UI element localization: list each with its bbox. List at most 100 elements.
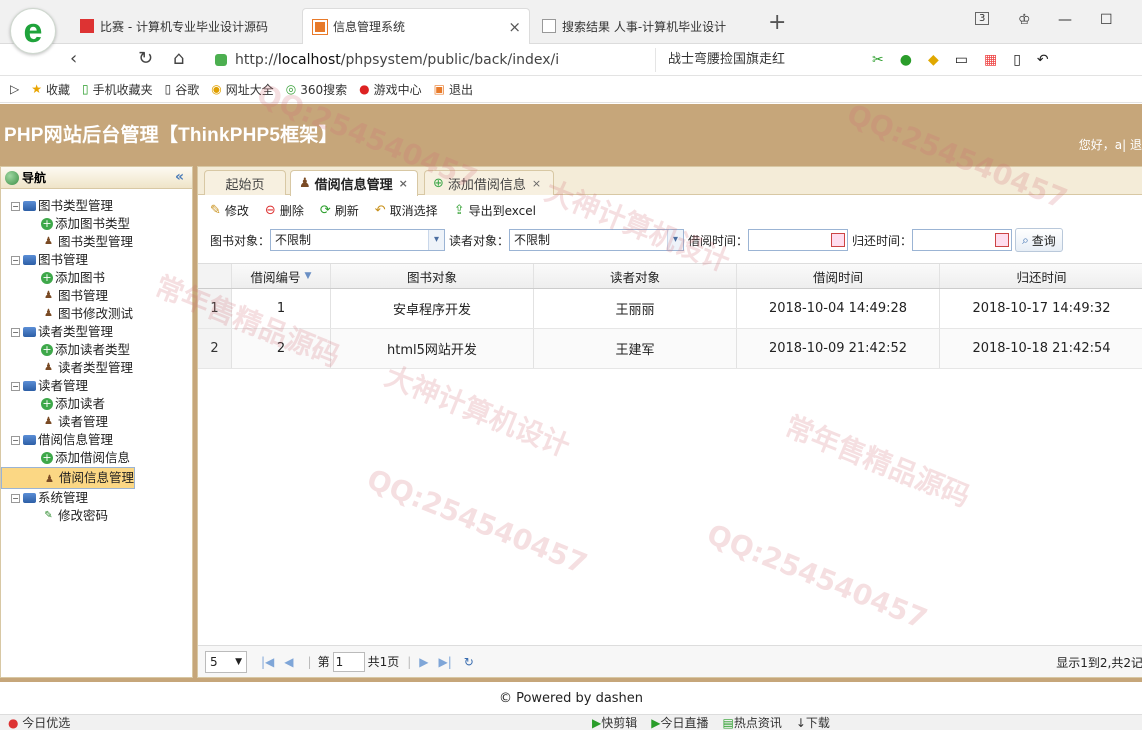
- tree-item-reader-manage[interactable]: ♟ 读者管理: [1, 413, 192, 431]
- edit-button[interactable]: ✎ 修改: [210, 202, 249, 219]
- browser-tab-2[interactable]: 信息管理系统 ×: [302, 8, 530, 44]
- url-input[interactable]: http://localhost/phpsystem/public/back/i…: [215, 48, 650, 72]
- tab-add-borrow[interactable]: ⊕ 添加借阅信息 ×: [424, 170, 554, 195]
- column-header-book[interactable]: 图书对象: [331, 264, 534, 288]
- reload-icon[interactable]: ↻: [464, 655, 474, 669]
- tree-group-system[interactable]: − 系统管理: [1, 489, 192, 507]
- table-row[interactable]: 1 1 安卓程序开发 王丽丽 2018-10-04 14:49:28 2018-…: [198, 289, 1142, 329]
- bookmark-360[interactable]: ◎ 360搜索: [286, 81, 347, 98]
- tree-group-book[interactable]: − 图书管理: [1, 251, 192, 269]
- unselect-button[interactable]: ↶ 取消选择: [375, 202, 438, 219]
- reader-filter-select[interactable]: 不限制 ▾: [509, 229, 685, 251]
- tree-group-borrow[interactable]: − 借阅信息管理: [1, 431, 192, 449]
- page-number-input[interactable]: 1: [332, 651, 365, 672]
- tab-count-badge[interactable]: 3: [975, 12, 990, 25]
- security-icon[interactable]: ◆: [928, 52, 939, 68]
- column-header-id[interactable]: 借阅编号 ▼: [232, 264, 331, 288]
- tree-item-change-password[interactable]: ✎ 修改密码: [1, 507, 192, 525]
- tree-item-add-book-type[interactable]: + 添加图书类型: [1, 215, 192, 233]
- new-tab-button[interactable]: +: [768, 10, 786, 35]
- status-download[interactable]: ↓下载: [796, 715, 830, 730]
- bookmark-favorites[interactable]: ★ 收藏: [31, 81, 70, 98]
- tab-favicon-icon: [312, 18, 328, 35]
- tree-item-label: 读者类型管理: [58, 360, 134, 375]
- scissors-icon[interactable]: ✂: [872, 52, 884, 68]
- reload-icon[interactable]: ↻: [138, 48, 153, 69]
- collapse-toggle-icon[interactable]: −: [11, 435, 20, 445]
- status-left[interactable]: ● 今日优选: [8, 715, 70, 730]
- bookmark-label: 游戏中心: [373, 82, 422, 97]
- tree-item-book-type-manage[interactable]: ♟ 图书类型管理: [1, 233, 192, 251]
- picture-icon[interactable]: ▭: [955, 52, 968, 68]
- skin-icon[interactable]: ♔: [1018, 12, 1031, 28]
- next-page-icon[interactable]: ▶: [419, 655, 428, 669]
- browser-logo-icon[interactable]: e: [10, 8, 56, 54]
- first-page-icon[interactable]: |◀: [261, 655, 274, 669]
- prev-page-icon[interactable]: ◀: [284, 655, 293, 669]
- tree-item-book-manage[interactable]: ♟ 图书管理: [1, 287, 192, 305]
- status-live[interactable]: ▶今日直播: [651, 715, 708, 730]
- query-button[interactable]: ⌕ 查询: [1015, 228, 1063, 252]
- page-total: 共1页: [367, 655, 400, 669]
- undo-icon[interactable]: ↶: [1037, 52, 1049, 68]
- phone-icon[interactable]: ▯: [1013, 52, 1021, 68]
- close-tab-icon[interactable]: ×: [532, 177, 541, 190]
- close-tab-icon[interactable]: ×: [399, 177, 408, 190]
- column-header-return-time[interactable]: 归还时间: [940, 264, 1142, 288]
- close-tab-icon[interactable]: ×: [508, 18, 521, 36]
- borrow-grid: 借阅编号 ▼ 图书对象 读者对象 借阅时间 归还时间 1 1 安卓程序开发 王丽丽…: [198, 263, 1142, 369]
- bookmark-logout[interactable]: ▣ 退出: [434, 81, 473, 98]
- table-row[interactable]: 2 2 html5网站开发 王建军 2018-10-09 21:42:52 20…: [198, 329, 1142, 369]
- collapse-toggle-icon[interactable]: −: [11, 327, 20, 337]
- tree-item-add-reader[interactable]: + 添加读者: [1, 395, 192, 413]
- export-excel-button[interactable]: ⇪ 导出到excel: [454, 202, 536, 219]
- book-filter-select[interactable]: 不限制 ▾: [270, 229, 446, 251]
- refresh-button[interactable]: ⟳ 刷新: [320, 202, 359, 219]
- tree-item-borrow-manage[interactable]: ♟ 借阅信息管理: [1, 467, 136, 489]
- tree-item-reader-type-manage[interactable]: ♟ 读者类型管理: [1, 359, 192, 377]
- tree-group-reader[interactable]: − 读者管理: [1, 377, 192, 395]
- browser-search-input[interactable]: 战士弯腰捡国旗走红: [655, 48, 850, 72]
- borrow-date-input[interactable]: [748, 229, 849, 251]
- page-size-select[interactable]: 5 ▼: [205, 650, 247, 673]
- computer-icon: [23, 255, 36, 265]
- tree-item-add-reader-type[interactable]: + 添加读者类型: [1, 341, 192, 359]
- tree-item-add-borrow[interactable]: + 添加借阅信息: [1, 449, 192, 467]
- status-news[interactable]: ▤热点资讯: [723, 715, 782, 730]
- minimize-icon[interactable]: —: [1058, 12, 1072, 28]
- tab-home[interactable]: 起始页: [204, 170, 286, 195]
- collapse-toggle-icon[interactable]: −: [11, 255, 20, 265]
- collapse-icon[interactable]: «: [175, 169, 184, 185]
- status-clip[interactable]: ▶快剪辑: [592, 715, 637, 730]
- bookmark-directory[interactable]: ◉ 网址大全: [211, 81, 274, 98]
- apps-icon[interactable]: ▦: [984, 52, 997, 68]
- bookmark-mobile[interactable]: ▯ 手机收藏夹: [82, 81, 153, 98]
- tree-group-book-type[interactable]: − 图书类型管理: [1, 197, 192, 215]
- return-date-input[interactable]: [912, 229, 1013, 251]
- bookmark-games[interactable]: ● 游戏中心: [359, 81, 422, 98]
- collapse-toggle-icon[interactable]: −: [11, 201, 20, 211]
- tree-item-add-book[interactable]: + 添加图书: [1, 269, 192, 287]
- bookmark-google[interactable]: ▯ 谷歌: [165, 81, 200, 98]
- home-icon[interactable]: ⌂: [173, 48, 184, 69]
- tree-item-book-edit-test[interactable]: ♟ 图书修改测试: [1, 305, 192, 323]
- tab-borrow-manage[interactable]: ♟ 借阅信息管理 ×: [290, 170, 418, 196]
- calendar-icon[interactable]: [995, 233, 1010, 247]
- column-header-borrow-time[interactable]: 借阅时间: [737, 264, 940, 288]
- tree-group-reader-type[interactable]: − 读者类型管理: [1, 323, 192, 341]
- maximize-icon[interactable]: ☐: [1100, 12, 1113, 28]
- user-icon: ♟: [45, 474, 54, 485]
- last-page-icon[interactable]: ▶|: [439, 655, 452, 669]
- collapse-toggle-icon[interactable]: −: [11, 381, 20, 391]
- calendar-icon[interactable]: [831, 233, 846, 247]
- collapse-toggle-icon[interactable]: −: [11, 493, 20, 503]
- column-header-reader[interactable]: 读者对象: [534, 264, 737, 288]
- computer-icon: [23, 435, 36, 445]
- browser-tab-1[interactable]: 比赛 - 计算机专业毕业设计源码: [70, 8, 300, 44]
- translate-icon[interactable]: ●: [900, 52, 912, 68]
- sidebar-toggle-icon[interactable]: ▷: [10, 82, 19, 96]
- browser-tab-3[interactable]: 搜索结果 人事-计算机毕业设计: [532, 8, 764, 44]
- user-greeting[interactable]: 您好，a| 退: [1079, 136, 1142, 153]
- delete-button[interactable]: ⊖ 删除: [265, 202, 304, 219]
- back-icon[interactable]: ‹: [70, 48, 77, 69]
